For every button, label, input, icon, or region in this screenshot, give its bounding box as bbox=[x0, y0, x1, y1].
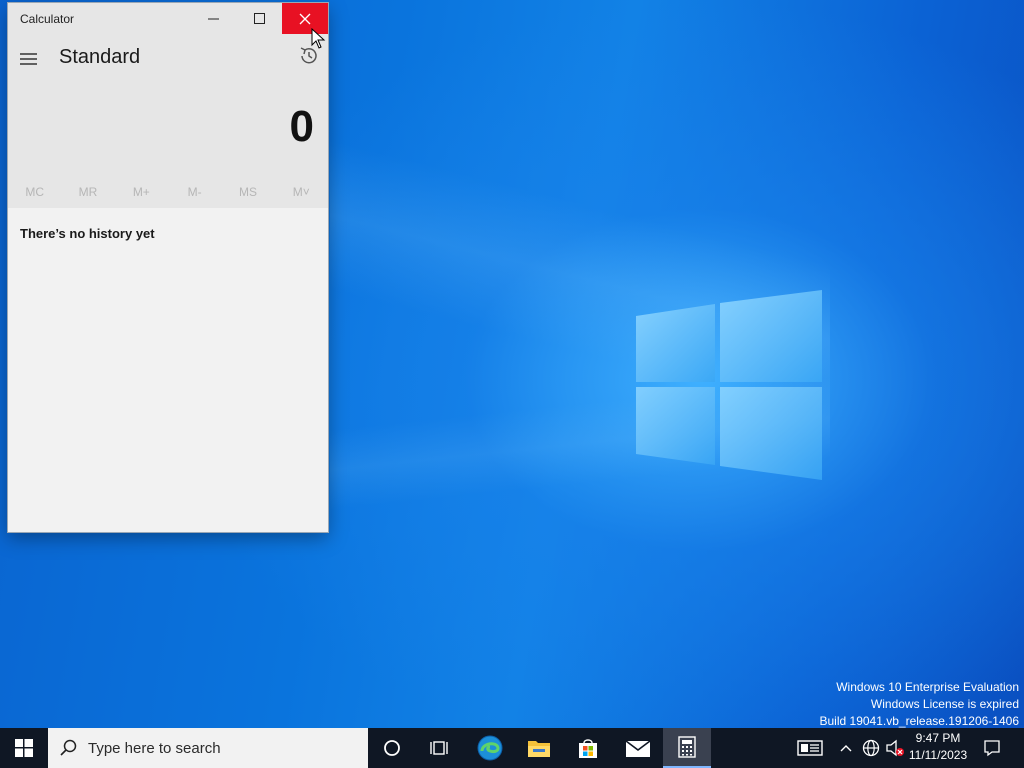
maximize-button[interactable] bbox=[236, 3, 282, 34]
memory-store-button[interactable]: MS bbox=[221, 180, 274, 204]
minimize-icon bbox=[207, 18, 219, 20]
hamburger-menu-icon[interactable] bbox=[18, 48, 40, 70]
taskbar: Type here to search 9:47 PM 11/11/2023 bbox=[0, 728, 1024, 768]
window-title: Calculator bbox=[20, 12, 75, 26]
search-icon bbox=[60, 739, 77, 756]
task-view-button[interactable] bbox=[416, 728, 464, 768]
network-button[interactable] bbox=[860, 728, 882, 768]
clock-time: 9:47 PM bbox=[915, 731, 961, 745]
clock-date: 11/11/2023 bbox=[908, 748, 968, 762]
result-display: 0 bbox=[289, 102, 314, 151]
chevron-up-icon bbox=[840, 745, 852, 752]
calculator-icon bbox=[678, 736, 696, 758]
close-icon bbox=[299, 13, 311, 24]
search-box[interactable]: Type here to search bbox=[48, 728, 368, 768]
mail-button[interactable] bbox=[614, 728, 662, 768]
mode-title: Standard bbox=[59, 46, 141, 68]
news-button[interactable] bbox=[790, 728, 830, 768]
store-icon bbox=[579, 739, 597, 758]
watermark-edition: Windows 10 Enterprise Evaluation bbox=[836, 680, 1019, 694]
calculator-taskbar-button[interactable] bbox=[663, 728, 711, 768]
start-button[interactable] bbox=[0, 728, 48, 768]
task-view-icon bbox=[430, 741, 448, 755]
volume-muted-icon bbox=[886, 739, 904, 757]
search-placeholder: Type here to search bbox=[88, 740, 221, 757]
cortana-icon bbox=[384, 740, 400, 756]
system-clock[interactable]: 9:47 PM 11/11/2023 bbox=[904, 730, 972, 766]
file-explorer-icon bbox=[528, 741, 550, 757]
edge-icon bbox=[477, 735, 503, 761]
memory-recall-button[interactable]: MR bbox=[61, 180, 114, 204]
windows-logo-wallpaper bbox=[636, 290, 822, 480]
windows-start-icon bbox=[15, 739, 33, 757]
history-empty-message: There’s no history yet bbox=[20, 226, 155, 241]
store-button[interactable] bbox=[564, 728, 612, 768]
news-icon bbox=[797, 740, 823, 756]
minimize-button[interactable] bbox=[190, 3, 236, 34]
mouse-cursor-icon bbox=[311, 28, 326, 49]
cortana-button[interactable] bbox=[368, 728, 416, 768]
memory-list-button[interactable]: M˅ bbox=[275, 180, 328, 204]
watermark-license: Windows License is expired bbox=[870, 697, 1019, 711]
memory-clear-button[interactable]: MC bbox=[8, 180, 61, 204]
network-icon bbox=[862, 739, 880, 757]
calculator-header: Standard 0 MC MR M+ M- MS M˅ bbox=[8, 34, 328, 208]
notification-icon bbox=[984, 740, 1000, 757]
activation-watermark: Windows 10 Enterprise Evaluation Windows… bbox=[820, 679, 1020, 730]
show-hidden-icons-button[interactable] bbox=[836, 728, 856, 768]
maximize-icon bbox=[253, 13, 265, 24]
action-center-button[interactable] bbox=[978, 728, 1006, 768]
memory-subtract-button[interactable]: M- bbox=[168, 180, 221, 204]
memory-button-row: MC MR M+ M- MS M˅ bbox=[8, 180, 328, 204]
file-explorer-button[interactable] bbox=[516, 728, 562, 768]
calculator-window: Calculator Standard 0 MC MR M+ M- MS M˅ … bbox=[8, 3, 328, 532]
memory-add-button[interactable]: M+ bbox=[115, 180, 168, 204]
edge-taskbar-button[interactable] bbox=[467, 728, 513, 768]
mail-icon bbox=[625, 740, 651, 757]
volume-button[interactable] bbox=[884, 728, 906, 768]
title-bar[interactable]: Calculator bbox=[8, 3, 328, 34]
